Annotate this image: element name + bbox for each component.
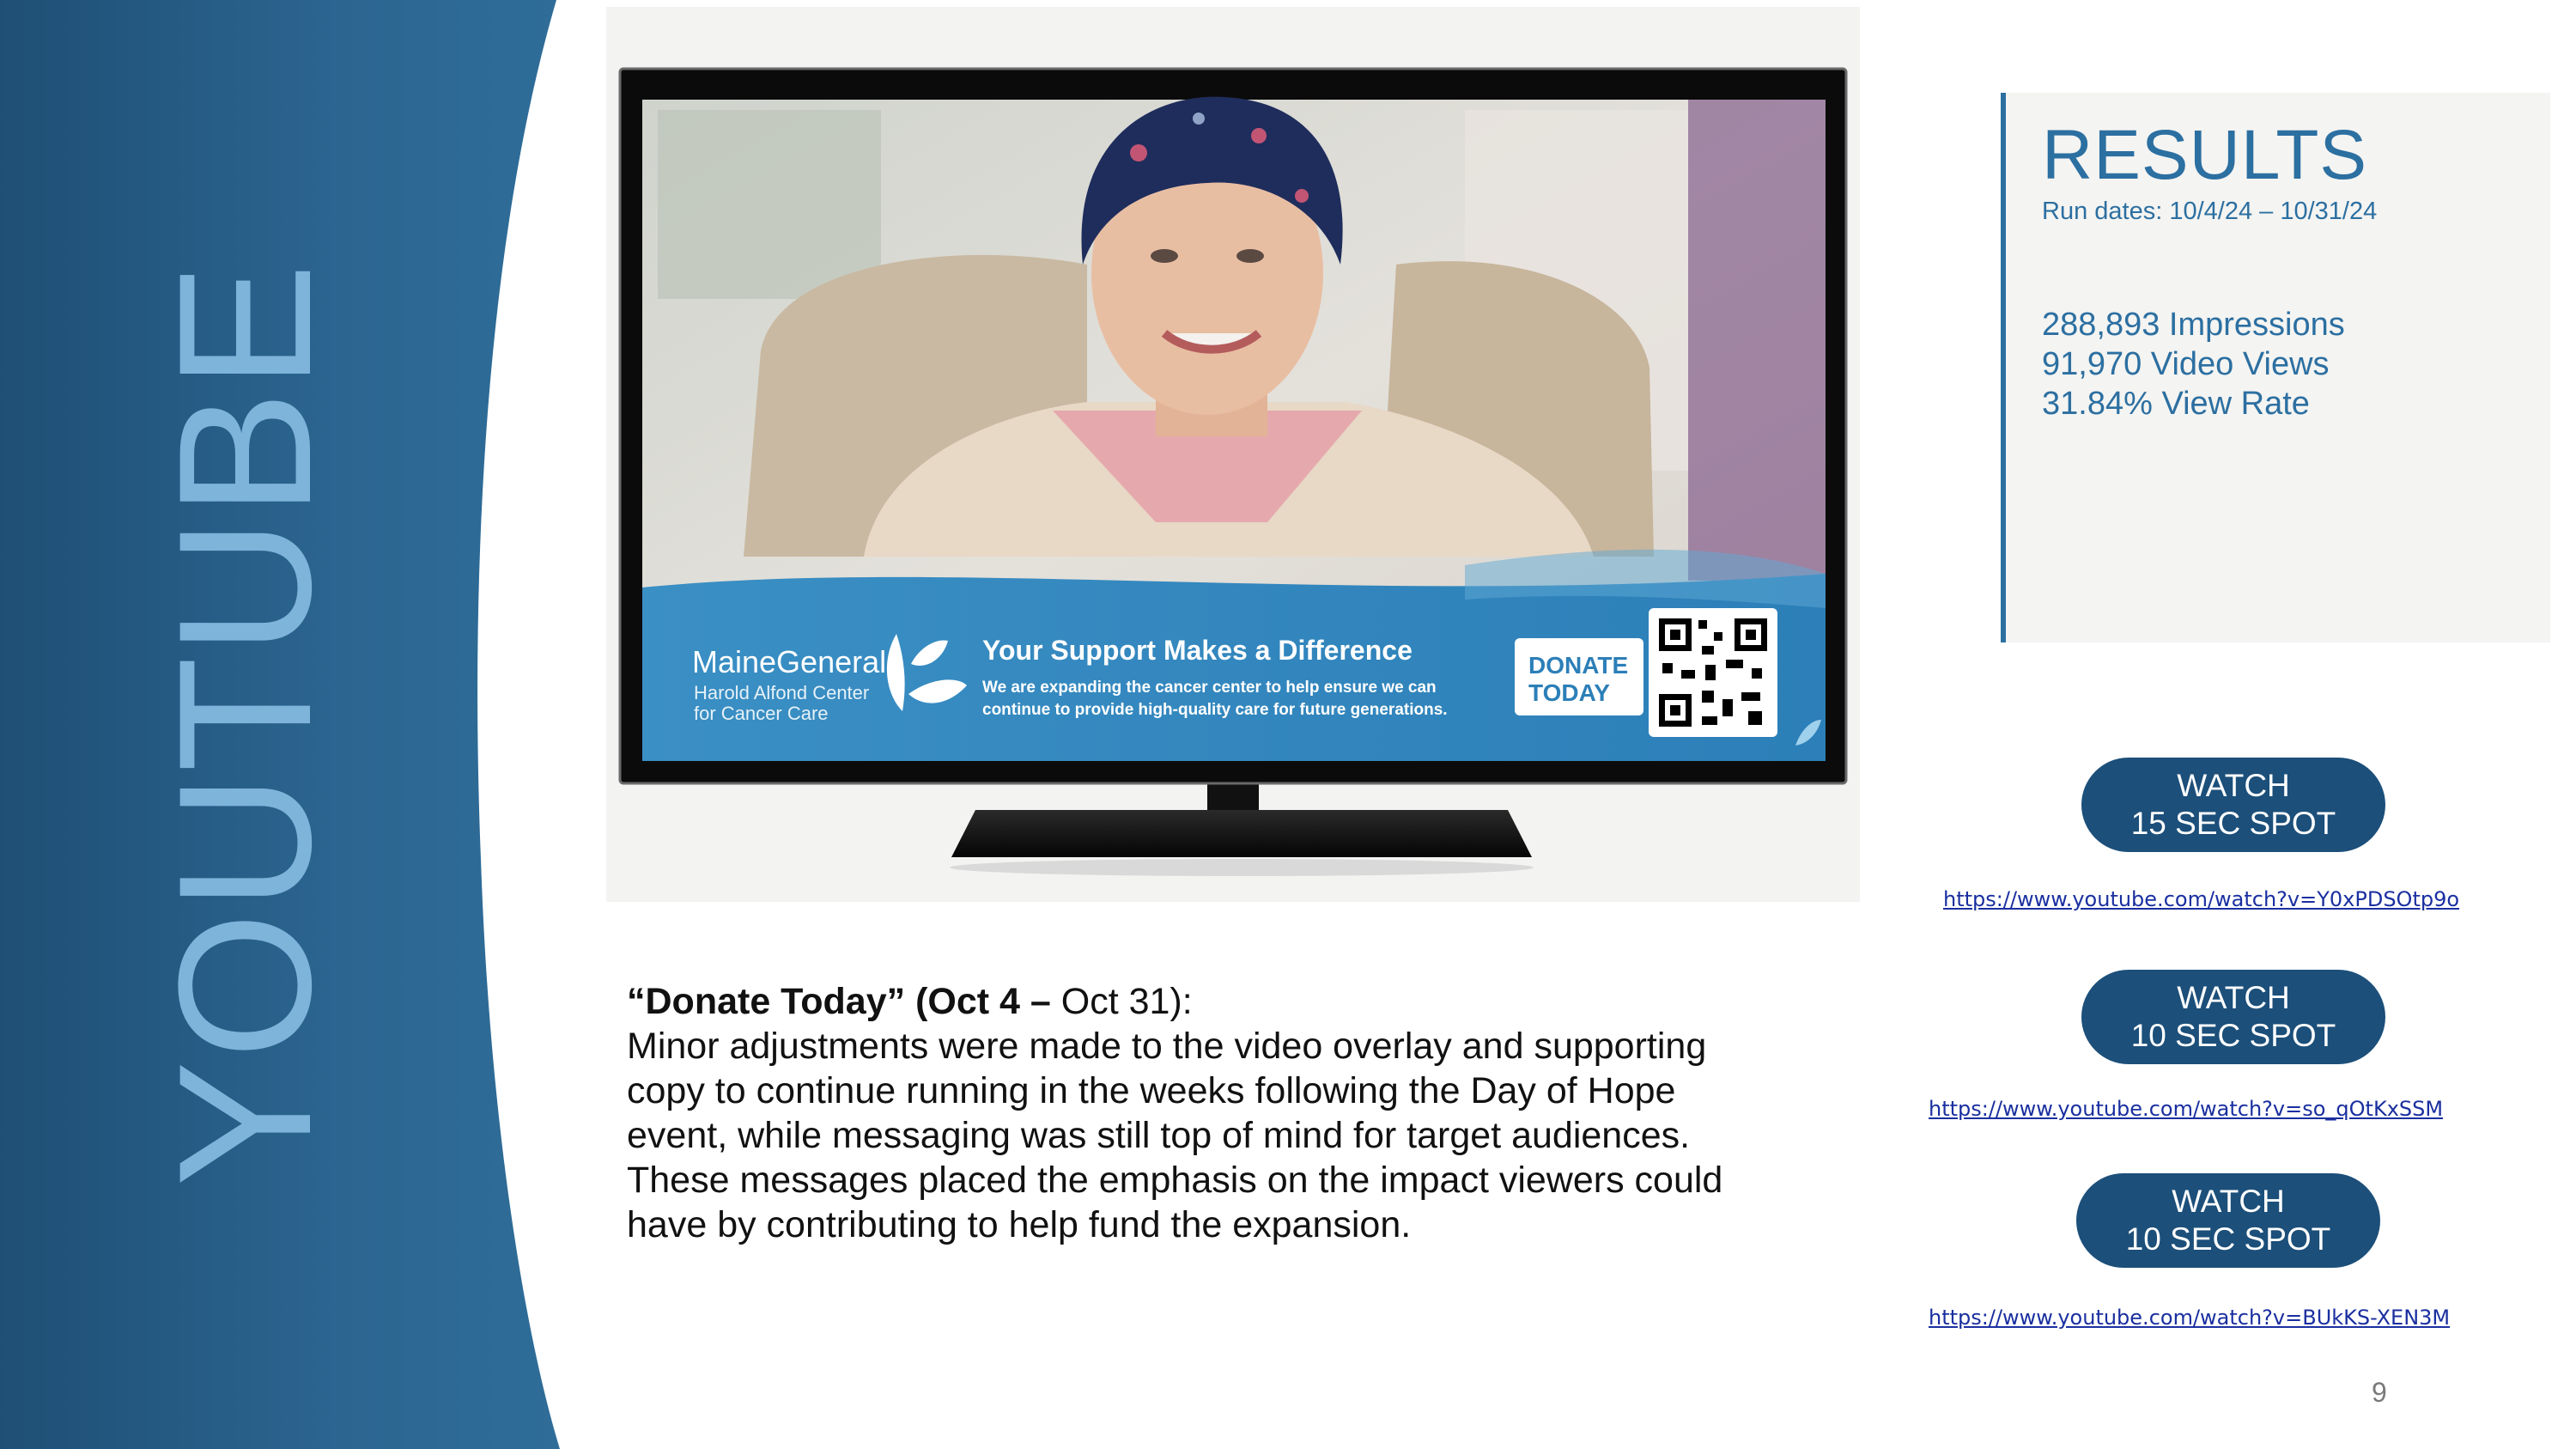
watch-10-sec-spot-link-1[interactable]: https://www.youtube.com/watch?v=so_qOtKx… bbox=[1929, 1097, 2443, 1121]
stat-video-views: 91,970 Video Views bbox=[2042, 346, 2330, 382]
watch-15-sec-spot-button[interactable]: WATCH 15 SEC SPOT bbox=[2081, 758, 2385, 852]
description-title: “Donate Today” (Oct 4 – Oct 31): bbox=[627, 979, 1812, 1024]
results-title: RESULTS bbox=[2042, 116, 2368, 194]
watch-button-line-1: WATCH bbox=[2172, 1184, 2285, 1219]
watch-10-sec-spot-button-2[interactable]: WATCH 10 SEC SPOT bbox=[2076, 1173, 2380, 1268]
watch-button-line-2: 10 SEC SPOT bbox=[2125, 1221, 2331, 1257]
donate-badge-line-1: DONATE bbox=[1528, 652, 1628, 679]
description-title-rest: Oct 31): bbox=[1050, 981, 1193, 1022]
description-title-bold: “Donate Today” (Oct 4 – bbox=[627, 981, 1051, 1022]
qr-code-icon bbox=[1649, 608, 1777, 737]
side-title: YOUTUBE bbox=[139, 261, 350, 1187]
donate-badge-line-2: TODAY bbox=[1528, 679, 1610, 706]
banner-brand-sub-1: Harold Alfond Center bbox=[694, 682, 869, 703]
campaign-description: “Donate Today” (Oct 4 – Oct 31): Minor a… bbox=[627, 979, 1812, 1247]
watch-15-sec-spot-link[interactable]: https://www.youtube.com/watch?v=Y0xPDSOt… bbox=[1943, 887, 2459, 911]
results-stats: 288,893 Impressions 91,970 Video Views 3… bbox=[2042, 305, 2345, 423]
watch-button-line-1: WATCH bbox=[2177, 980, 2290, 1015]
description-line-5: have by contributing to help fund the ex… bbox=[627, 1204, 1412, 1245]
watch-button-line-1: WATCH bbox=[2177, 768, 2290, 803]
slide: YOUTUBE MaineGeneral Harold Alfond Cente… bbox=[0, 0, 2576, 1449]
description-line-4: These messages placed the emphasis on th… bbox=[627, 1160, 1723, 1201]
results-run-dates: Run dates: 10/4/24 – 10/31/24 bbox=[2042, 198, 2378, 225]
banner-brand-name: MaineGeneral bbox=[692, 644, 886, 679]
watch-button-line-2: 10 SEC SPOT bbox=[2130, 1018, 2336, 1053]
description-line-2: copy to continue running in the weeks fo… bbox=[627, 1070, 1676, 1111]
watch-10-sec-spot-link-2[interactable]: https://www.youtube.com/watch?v=BUkKS-XE… bbox=[1929, 1306, 2450, 1330]
watch-button-line-2: 15 SEC SPOT bbox=[2130, 806, 2336, 841]
stat-view-rate: 31.84% View Rate bbox=[2042, 386, 2310, 422]
description-line-3: event, while messaging was still top of … bbox=[627, 1115, 1691, 1156]
banner-headline: Your Support Makes a Difference bbox=[982, 635, 1413, 666]
watch-10-sec-spot-button-1[interactable]: WATCH 10 SEC SPOT bbox=[2081, 970, 2385, 1064]
results-accent-bar bbox=[2001, 93, 2006, 642]
description-line-1: Minor adjustments were made to the video… bbox=[627, 1026, 1707, 1067]
banner-body-line-2: continue to provide high-quality care fo… bbox=[982, 701, 1448, 719]
tv-video-still: MaineGeneral Harold Alfond Center for Ca… bbox=[618, 67, 1848, 876]
banner-body-line-1: We are expanding the cancer center to he… bbox=[982, 679, 1437, 697]
banner-brand-sub-2: for Cancer Care bbox=[694, 703, 829, 724]
stat-impressions: 288,893 Impressions bbox=[2042, 307, 2345, 343]
page-number: 9 bbox=[2372, 1377, 2387, 1408]
